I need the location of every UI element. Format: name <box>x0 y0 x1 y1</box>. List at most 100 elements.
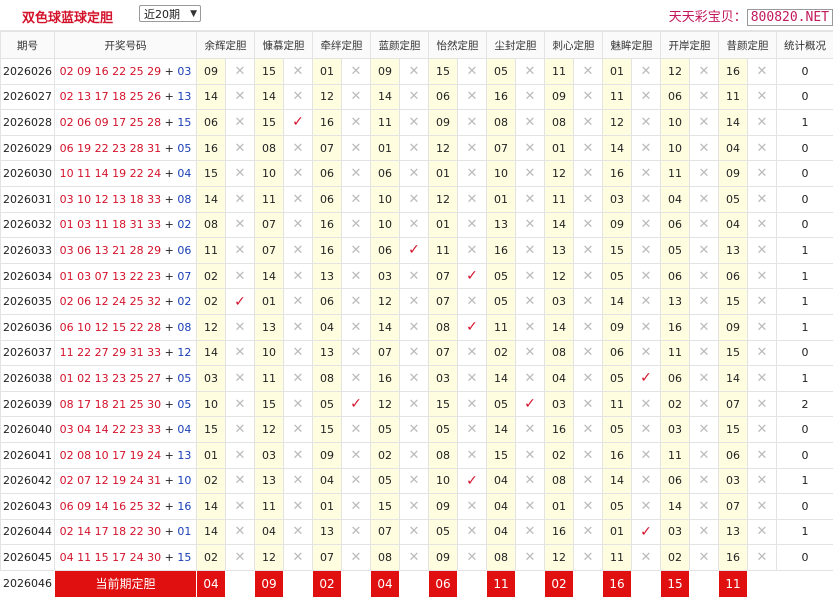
cross-icon: ✕ <box>226 417 255 443</box>
pick-number: 01 <box>545 494 574 520</box>
plus-sign: + <box>165 398 174 411</box>
current-pick-label: 当前期定胆 <box>55 570 197 597</box>
pick-number: 12 <box>545 545 574 571</box>
draw-numbers-cell: 03 10 12 13 18 33 + 08 <box>55 186 197 212</box>
draw-numbers-cell: 06 19 22 23 28 31 + 05 <box>55 135 197 161</box>
cross-icon: ✕ <box>284 212 313 238</box>
plus-sign: + <box>165 167 174 180</box>
cross-icon: ✕ <box>574 161 603 187</box>
red-balls: 06 10 12 15 22 28 <box>60 321 161 334</box>
blank-cell <box>516 570 545 597</box>
period-cell: 2026038 <box>1 366 55 392</box>
cross-icon: ✕ <box>690 442 719 468</box>
cross-icon: ✕ <box>400 135 429 161</box>
cross-icon: ✕ <box>342 545 371 571</box>
pick-number: 14 <box>603 135 632 161</box>
cross-icon: ✕ <box>574 263 603 289</box>
check-icon: ✓ <box>342 391 371 417</box>
cross-icon: ✕ <box>400 468 429 494</box>
cross-icon: ✕ <box>342 340 371 366</box>
period-range-select[interactable]: 近20期 ▼ <box>139 5 201 22</box>
current-pick-number: 04 <box>197 570 226 597</box>
cross-icon: ✕ <box>458 84 487 110</box>
table-row: 202603502 06 12 24 25 32 + 0202✓01✕06✕12… <box>1 289 833 315</box>
period-cell: 2026027 <box>1 84 55 110</box>
cross-icon: ✕ <box>516 366 545 392</box>
pick-number: 08 <box>545 110 574 136</box>
blue-ball: 07 <box>177 270 191 283</box>
table-row: 202603908 17 18 21 25 30 + 0510✕15✕05✓12… <box>1 391 833 417</box>
pick-number: 01 <box>429 161 458 187</box>
cross-icon: ✕ <box>748 289 777 315</box>
draw-numbers-cell: 02 06 12 24 25 32 + 02 <box>55 289 197 315</box>
pick-number: 09 <box>429 110 458 136</box>
table-row: 202603711 22 27 29 31 33 + 1214✕10✕13✕07… <box>1 340 833 366</box>
pick-number: 10 <box>487 161 516 187</box>
blue-ball: 13 <box>177 90 191 103</box>
cross-icon: ✕ <box>748 263 777 289</box>
draw-numbers-cell: 02 06 09 17 25 28 + 15 <box>55 110 197 136</box>
cross-icon: ✕ <box>342 84 371 110</box>
pick-number: 12 <box>255 417 284 443</box>
pick-number: 06 <box>313 186 342 212</box>
period-cell: 2026030 <box>1 161 55 187</box>
cross-icon: ✕ <box>226 391 255 417</box>
pick-number: 04 <box>719 135 748 161</box>
cross-icon: ✕ <box>226 84 255 110</box>
cross-icon: ✕ <box>400 545 429 571</box>
plus-sign: + <box>165 321 174 334</box>
pick-number: 10 <box>661 135 690 161</box>
cross-icon: ✕ <box>632 161 661 187</box>
plus-sign: + <box>165 551 174 564</box>
pick-number: 06 <box>719 442 748 468</box>
blue-ball: 03 <box>177 65 191 78</box>
pick-number: 03 <box>255 442 284 468</box>
cross-icon: ✕ <box>342 263 371 289</box>
pick-number: 07 <box>429 340 458 366</box>
current-period-cell: 2026046 <box>1 570 55 597</box>
pick-number: 08 <box>429 314 458 340</box>
pick-number: 15 <box>197 161 226 187</box>
pick-number: 10 <box>661 110 690 136</box>
pick-number: 14 <box>255 84 284 110</box>
cross-icon: ✕ <box>690 161 719 187</box>
red-balls: 01 03 11 18 31 33 <box>60 218 161 231</box>
pick-number: 06 <box>429 84 458 110</box>
pick-number: 03 <box>371 263 400 289</box>
hit-count: 0 <box>777 212 833 238</box>
cross-icon: ✕ <box>690 186 719 212</box>
cross-icon: ✕ <box>226 340 255 366</box>
cross-icon: ✕ <box>400 263 429 289</box>
blue-ball: 04 <box>177 423 191 436</box>
pick-number: 13 <box>661 289 690 315</box>
pick-number: 13 <box>719 238 748 264</box>
cross-icon: ✕ <box>632 545 661 571</box>
hit-count: 0 <box>777 84 833 110</box>
hit-count: 0 <box>777 442 833 468</box>
hit-count: 0 <box>777 161 833 187</box>
blank-cell <box>458 570 487 597</box>
pick-number: 06 <box>661 84 690 110</box>
pick-number: 07 <box>313 545 342 571</box>
pick-number: 16 <box>487 238 516 264</box>
cross-icon: ✕ <box>516 212 545 238</box>
red-balls: 01 03 07 13 22 23 <box>60 270 161 283</box>
pick-number: 09 <box>719 314 748 340</box>
top-bar: 双色球蓝球定胆 近20期 ▼ 天天彩宝贝：800820.NET <box>0 0 833 31</box>
cross-icon: ✕ <box>748 59 777 85</box>
pick-number: 16 <box>603 161 632 187</box>
pick-number: 11 <box>487 314 516 340</box>
pick-number: 11 <box>429 238 458 264</box>
cross-icon: ✕ <box>748 494 777 520</box>
blank-cell <box>632 570 661 597</box>
pick-number: 14 <box>255 263 284 289</box>
cross-icon: ✕ <box>748 238 777 264</box>
pick-number: 16 <box>719 59 748 85</box>
cross-icon: ✕ <box>632 238 661 264</box>
pick-number: 15 <box>719 417 748 443</box>
pick-number: 04 <box>661 186 690 212</box>
pick-number: 04 <box>313 314 342 340</box>
pick-number: 11 <box>603 545 632 571</box>
cross-icon: ✕ <box>400 519 429 545</box>
red-balls: 02 07 12 19 24 31 <box>60 474 161 487</box>
